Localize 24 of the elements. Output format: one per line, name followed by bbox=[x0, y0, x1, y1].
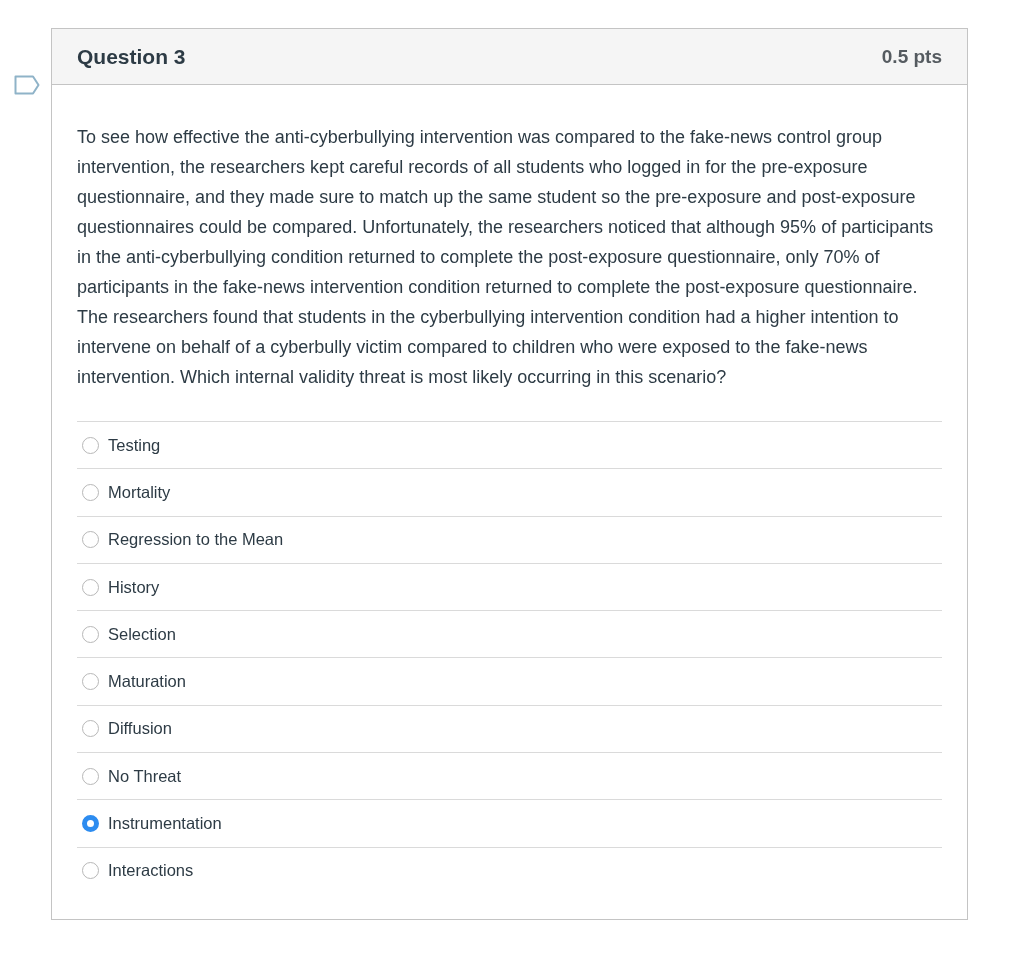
radio-button[interactable] bbox=[82, 625, 99, 643]
radio-button[interactable] bbox=[82, 673, 99, 691]
answer-label[interactable]: Regression to the Mean bbox=[108, 530, 284, 550]
radio-button[interactable] bbox=[82, 483, 99, 501]
answer-label[interactable]: Interactions bbox=[108, 861, 194, 881]
radio-button[interactable] bbox=[82, 862, 99, 880]
radio-button[interactable] bbox=[82, 436, 99, 454]
answer-label[interactable]: Testing bbox=[108, 435, 161, 455]
radio-button[interactable] bbox=[82, 720, 99, 738]
points-value: 0.5 pts bbox=[881, 45, 942, 68]
answer-label[interactable]: Selection bbox=[108, 624, 176, 644]
radio-button[interactable] bbox=[82, 767, 99, 785]
answer-label[interactable]: Diffusion bbox=[108, 719, 172, 739]
radio-button[interactable] bbox=[82, 578, 99, 596]
radio-button[interactable] bbox=[82, 815, 99, 832]
question-text: To see how effective the anti-cyberbullying intervention was compared to the fake-news control group intervention, the researchers kept careful records of all students who logged in for the pre-exposure questionnaire, and they made sure to match up the same student so the pre-exposure and post-exposure questionnaires could be compared. Unfortunately, the researchers noticed that although 95% of participants in the anti-cyberbullying condition returned to complete the post-exposure questionnaire, only 70% of participants in the fake-news intervention condition returned to complete the post-exposure questionnaire. The researchers found that students in the cyberbullying intervention condition had a higher intention to intervene on behalf of a cyberbully victim compared to children who were exposed to the fake-news intervention. Which internal validity threat is most likely occurring in this scenario? bbox=[77, 126, 935, 389]
answer-label[interactable]: No Threat bbox=[108, 766, 182, 786]
answer-label[interactable]: History bbox=[108, 577, 160, 597]
answer-label[interactable]: Maturation bbox=[108, 672, 186, 692]
question-title: Question 3 bbox=[77, 44, 186, 69]
answer-label[interactable]: Instrumentation bbox=[108, 814, 222, 833]
radio-button[interactable] bbox=[82, 531, 99, 549]
answer-label[interactable]: Mortality bbox=[108, 482, 171, 502]
flag-icon[interactable] bbox=[14, 75, 40, 95]
